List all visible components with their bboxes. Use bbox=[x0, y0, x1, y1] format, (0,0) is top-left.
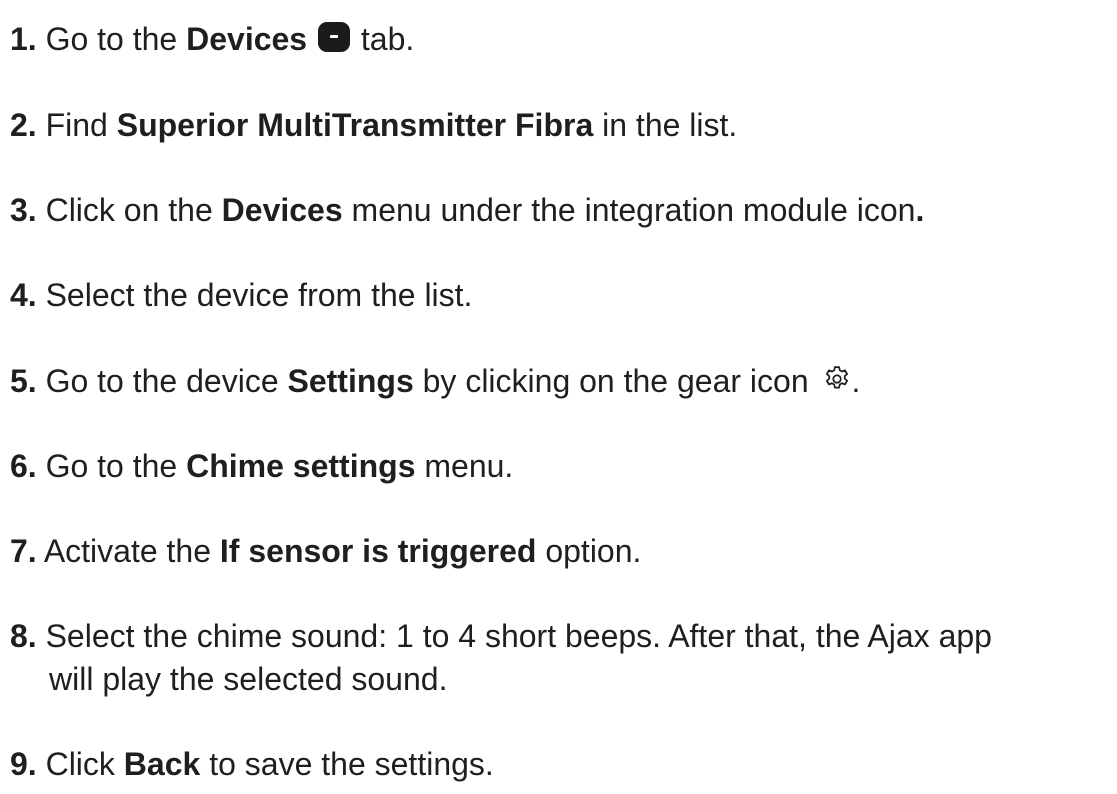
step-text-end: to save the settings. bbox=[200, 746, 494, 782]
step-text: Go to the bbox=[45, 448, 187, 484]
step-text-end: menu under the integration module icon bbox=[342, 192, 916, 228]
step-text: Activate the bbox=[43, 533, 220, 569]
step-3: 3. Click on the Devices menu under the i… bbox=[10, 189, 924, 231]
step-number: 3. bbox=[10, 192, 37, 228]
step-5: 5. Go to the device Settings by clicking… bbox=[10, 360, 860, 402]
step-number: 1. bbox=[10, 21, 37, 57]
step-4: 4. Select the device from the list. bbox=[10, 274, 472, 316]
step-text: Find bbox=[45, 107, 117, 143]
step-text: Go to the bbox=[45, 21, 187, 57]
step-8: 8. Select the chime sound: 1 to 4 short … bbox=[10, 615, 992, 701]
step-text: Go to the device bbox=[45, 363, 288, 399]
step-2: 2. Find Superior MultiTransmitter Fibra … bbox=[10, 104, 737, 146]
step-text: Select the device from the list. bbox=[45, 277, 473, 313]
device-tab-icon bbox=[317, 22, 350, 52]
step-text: Click on the bbox=[45, 192, 222, 228]
gear-icon bbox=[825, 366, 848, 389]
step-bold-term: Superior MultiTransmitter Fibra bbox=[116, 107, 594, 143]
step-number: 8. bbox=[10, 618, 37, 654]
step-bold-term: Devices bbox=[186, 21, 308, 57]
step-number: 7. bbox=[10, 533, 37, 569]
step-bold-term: Back bbox=[123, 746, 201, 782]
step-bold-term: Chime settings bbox=[186, 448, 416, 484]
step-text: Click bbox=[45, 746, 124, 782]
step-text-end: menu. bbox=[415, 448, 514, 484]
step-9: 9. Click Back to save the settings. bbox=[10, 743, 494, 785]
step-text-line-2: will play the selected sound. bbox=[49, 661, 448, 697]
step-number: 5. bbox=[10, 363, 37, 399]
step-text-end: tab. bbox=[351, 21, 415, 57]
step-number: 2. bbox=[10, 107, 37, 143]
step-text-end: option. bbox=[536, 533, 642, 569]
step-text-end: in the list. bbox=[593, 107, 738, 143]
step-6: 6. Go to the Chime settings menu. bbox=[10, 445, 513, 487]
step-period: . bbox=[915, 192, 925, 228]
step-bold-term: Devices bbox=[221, 192, 343, 228]
step-period: . bbox=[851, 363, 861, 399]
step-text-line-1: Select the chime sound: 1 to 4 short bee… bbox=[45, 618, 992, 654]
step-text-end: by clicking on the gear icon bbox=[413, 363, 818, 399]
step-7: 7. Activate the If sensor is triggered o… bbox=[10, 530, 641, 572]
step-number: 6. bbox=[10, 448, 37, 484]
step-1: 1. Go to the Devices tab. bbox=[10, 18, 414, 60]
step-number: 9. bbox=[10, 746, 37, 782]
step-bold-term: If sensor is triggered bbox=[219, 533, 537, 569]
step-bold-term: Settings bbox=[287, 363, 414, 399]
step-number: 4. bbox=[10, 277, 37, 313]
